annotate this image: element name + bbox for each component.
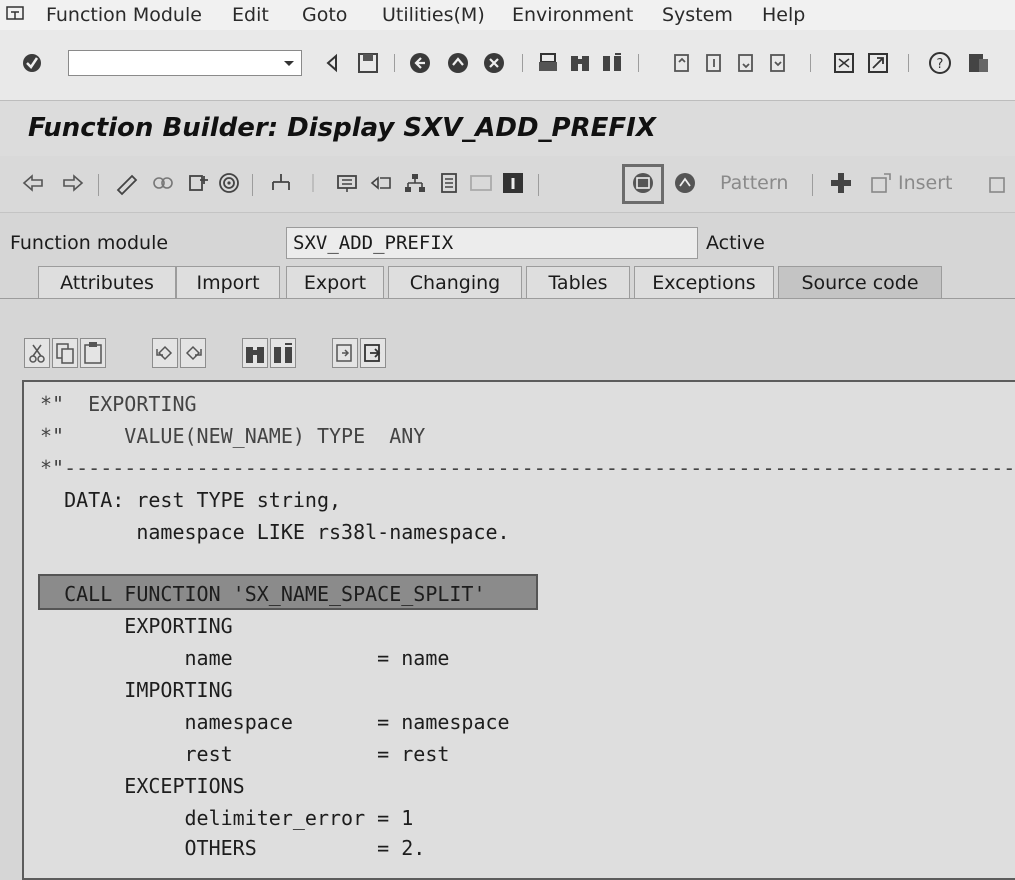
tab-import[interactable]: Import: [176, 266, 280, 298]
previous-page-icon[interactable]: [702, 50, 726, 76]
find-icon[interactable]: [568, 50, 592, 76]
cross-icon[interactable]: [828, 170, 854, 196]
create-session-icon[interactable]: [832, 50, 856, 76]
menu-goto[interactable]: Goto: [302, 4, 347, 26]
documentation-icon[interactable]: [436, 170, 462, 196]
customize-layout-icon[interactable]: [966, 50, 990, 76]
tab-source-code[interactable]: Source code: [778, 266, 942, 298]
print-icon[interactable]: [536, 50, 560, 76]
function-module-label: Function module: [10, 232, 169, 254]
menu-function-module[interactable]: Function Module: [46, 4, 202, 26]
code-line: EXPORTING: [40, 614, 233, 638]
code-line: DATA: rest TYPE string,: [40, 488, 342, 512]
tab-exceptions[interactable]: Exceptions: [634, 266, 774, 298]
hierarchy-icon[interactable]: [402, 170, 428, 196]
back-icon[interactable]: [408, 50, 432, 76]
help-icon[interactable]: ?: [928, 50, 952, 76]
next-page-icon[interactable]: [734, 50, 758, 76]
expand-left-icon[interactable]: [320, 50, 344, 76]
display-object-list-icon[interactable]: [334, 170, 360, 196]
active-inactive-icon[interactable]: [150, 170, 176, 196]
menu-environment[interactable]: Environment: [512, 4, 633, 26]
standard-toolbar: ?: [0, 30, 1015, 100]
chevron-down-icon[interactable]: [279, 53, 299, 73]
shortcut-icon[interactable]: [866, 50, 890, 76]
tab-strip-divider: [0, 298, 1015, 299]
code-line: OTHERS = 2.: [40, 836, 426, 860]
cut-icon[interactable]: [24, 338, 50, 368]
source-code-editor[interactable]: *" EXPORTING *" VALUE(NEW_NAME) TYPE ANY…: [22, 380, 1015, 880]
menu-edit[interactable]: Edit: [232, 4, 269, 26]
check-syntax-icon[interactable]: [186, 170, 212, 196]
undo-icon[interactable]: [152, 338, 178, 368]
upload-icon[interactable]: [332, 338, 358, 368]
page-title: Function Builder: Display SXV_ADD_PREFIX: [28, 113, 656, 143]
copy-icon[interactable]: [52, 338, 78, 368]
display-change-icon[interactable]: [114, 170, 140, 196]
save-icon[interactable]: [356, 50, 380, 76]
menu-system[interactable]: System: [662, 4, 733, 26]
info-panel-icon[interactable]: [468, 170, 494, 196]
application-toolbar: Pattern Insert: [0, 156, 1015, 213]
wand-icon[interactable]: [300, 170, 326, 196]
title-bar: Function Builder: Display SXV_ADD_PREFIX: [0, 100, 1015, 157]
code-line: *"--------------------------------------…: [40, 456, 1015, 480]
download-icon[interactable]: [360, 338, 386, 368]
paste-icon[interactable]: [80, 338, 106, 368]
exit-icon[interactable]: [446, 50, 470, 76]
tab-attributes[interactable]: Attributes: [38, 266, 176, 298]
cancel-icon[interactable]: [482, 50, 506, 76]
code-line: EXCEPTIONS: [40, 774, 245, 798]
menu-help[interactable]: Help: [762, 4, 805, 26]
code-line: delimiter_error = 1: [40, 806, 414, 830]
insert-icon: [871, 173, 891, 193]
code-line: namespace = namespace: [40, 710, 510, 734]
enter-checkmark-icon[interactable]: [20, 50, 44, 76]
info-icon[interactable]: [500, 170, 526, 196]
tab-tables[interactable]: Tables: [526, 266, 630, 298]
arrow-left-icon[interactable]: [20, 170, 46, 196]
find-next-icon[interactable]: [600, 50, 624, 76]
search-next-icon[interactable]: [270, 338, 296, 368]
code-line: IMPORTING: [40, 678, 233, 702]
code-line: rest = rest: [40, 742, 450, 766]
code-line: *" VALUE(NEW_NAME) TYPE ANY: [40, 424, 426, 448]
first-page-icon[interactable]: [670, 50, 694, 76]
more-icon[interactable]: [986, 170, 1012, 196]
redo-icon[interactable]: [180, 338, 206, 368]
code-line: namespace LIKE rs38l-namespace.: [40, 520, 510, 544]
last-page-icon[interactable]: [766, 50, 790, 76]
svg-text:?: ?: [937, 57, 944, 72]
arrow-right-icon[interactable]: [60, 170, 86, 196]
status-text: Active: [706, 232, 765, 254]
navigation-window-icon[interactable]: [368, 170, 394, 196]
code-line: CALL FUNCTION 'SX_NAME_SPACE_SPLIT': [40, 582, 486, 606]
code-line: name = name: [40, 646, 450, 670]
search-icon[interactable]: [242, 338, 268, 368]
system-menu-icon[interactable]: [6, 6, 24, 22]
tab-changing[interactable]: Changing: [388, 266, 522, 298]
stamp-icon[interactable]: [672, 170, 698, 196]
menu-utilities[interactable]: Utilities(M): [382, 4, 485, 26]
pretty-printer-icon: [633, 173, 653, 193]
tab-export[interactable]: Export: [286, 266, 384, 298]
activate-icon[interactable]: [216, 170, 242, 196]
where-used-icon[interactable]: [268, 170, 294, 196]
insert-button[interactable]: Insert: [898, 172, 953, 194]
menu-bar: Function Module Edit Goto Utilities(M) E…: [0, 0, 1015, 30]
pattern-button[interactable]: Pattern: [720, 172, 788, 194]
function-module-field[interactable]: SXV_ADD_PREFIX: [286, 227, 698, 259]
command-field[interactable]: [68, 50, 302, 76]
code-line: *" EXPORTING: [40, 392, 197, 416]
